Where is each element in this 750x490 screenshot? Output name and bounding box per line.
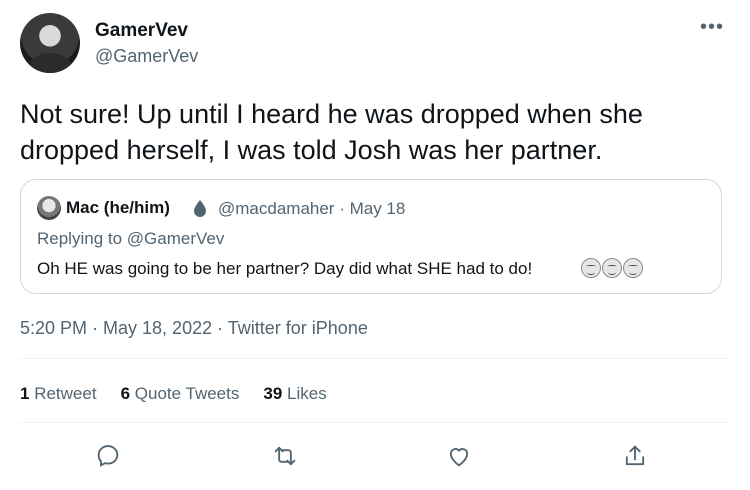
quoted-author-meta: @macdamaher · May 18 [218,199,406,218]
quoted-author-avatar [37,196,61,220]
relieved-face-icon [623,258,643,278]
quoted-tweet-date: May 18 [349,199,406,218]
likes-stat[interactable]: 39 Likes [263,384,326,404]
relieved-face-icon [602,258,622,278]
quoted-author-name: Mac (he/him) [66,198,170,217]
author-name[interactable]: GamerVev [95,20,188,42]
author-avatar[interactable] [20,13,80,73]
author-handle[interactable]: @GamerVev [95,46,198,67]
retweets-stat[interactable]: 1 Retweet [20,384,97,404]
tweet-text: Not sure! Up until I heard he was droppe… [20,96,720,168]
tweet-stats: 1 Retweet 6 Quote Tweets 39 Likes [20,384,327,404]
quote-tweets-stat[interactable]: 6 Quote Tweets [121,384,240,404]
quoted-tweet-text: Oh HE was going to be her partner? Day d… [37,259,533,278]
tweet-text-line: dropped herself, I was told Josh was her… [20,135,603,165]
tweet-text-line: Not sure! Up until I heard he was droppe… [20,99,643,129]
reply-icon[interactable] [94,442,122,470]
quoted-emojis [581,258,643,278]
share-icon[interactable] [621,442,649,470]
divider [20,358,730,359]
retweet-icon[interactable] [271,442,299,470]
quoted-author-handle: @macdamaher [218,199,335,218]
more-options-icon[interactable]: ••• [700,16,724,39]
like-icon[interactable] [445,442,473,470]
divider [20,422,730,423]
quoted-replying-to: Replying to @GamerVev [37,229,225,248]
tweet-timestamp[interactable]: 5:20 PM · May 18, 2022 · Twitter for iPh… [20,318,368,339]
relieved-face-icon [581,258,601,278]
drop-icon [194,200,206,217]
